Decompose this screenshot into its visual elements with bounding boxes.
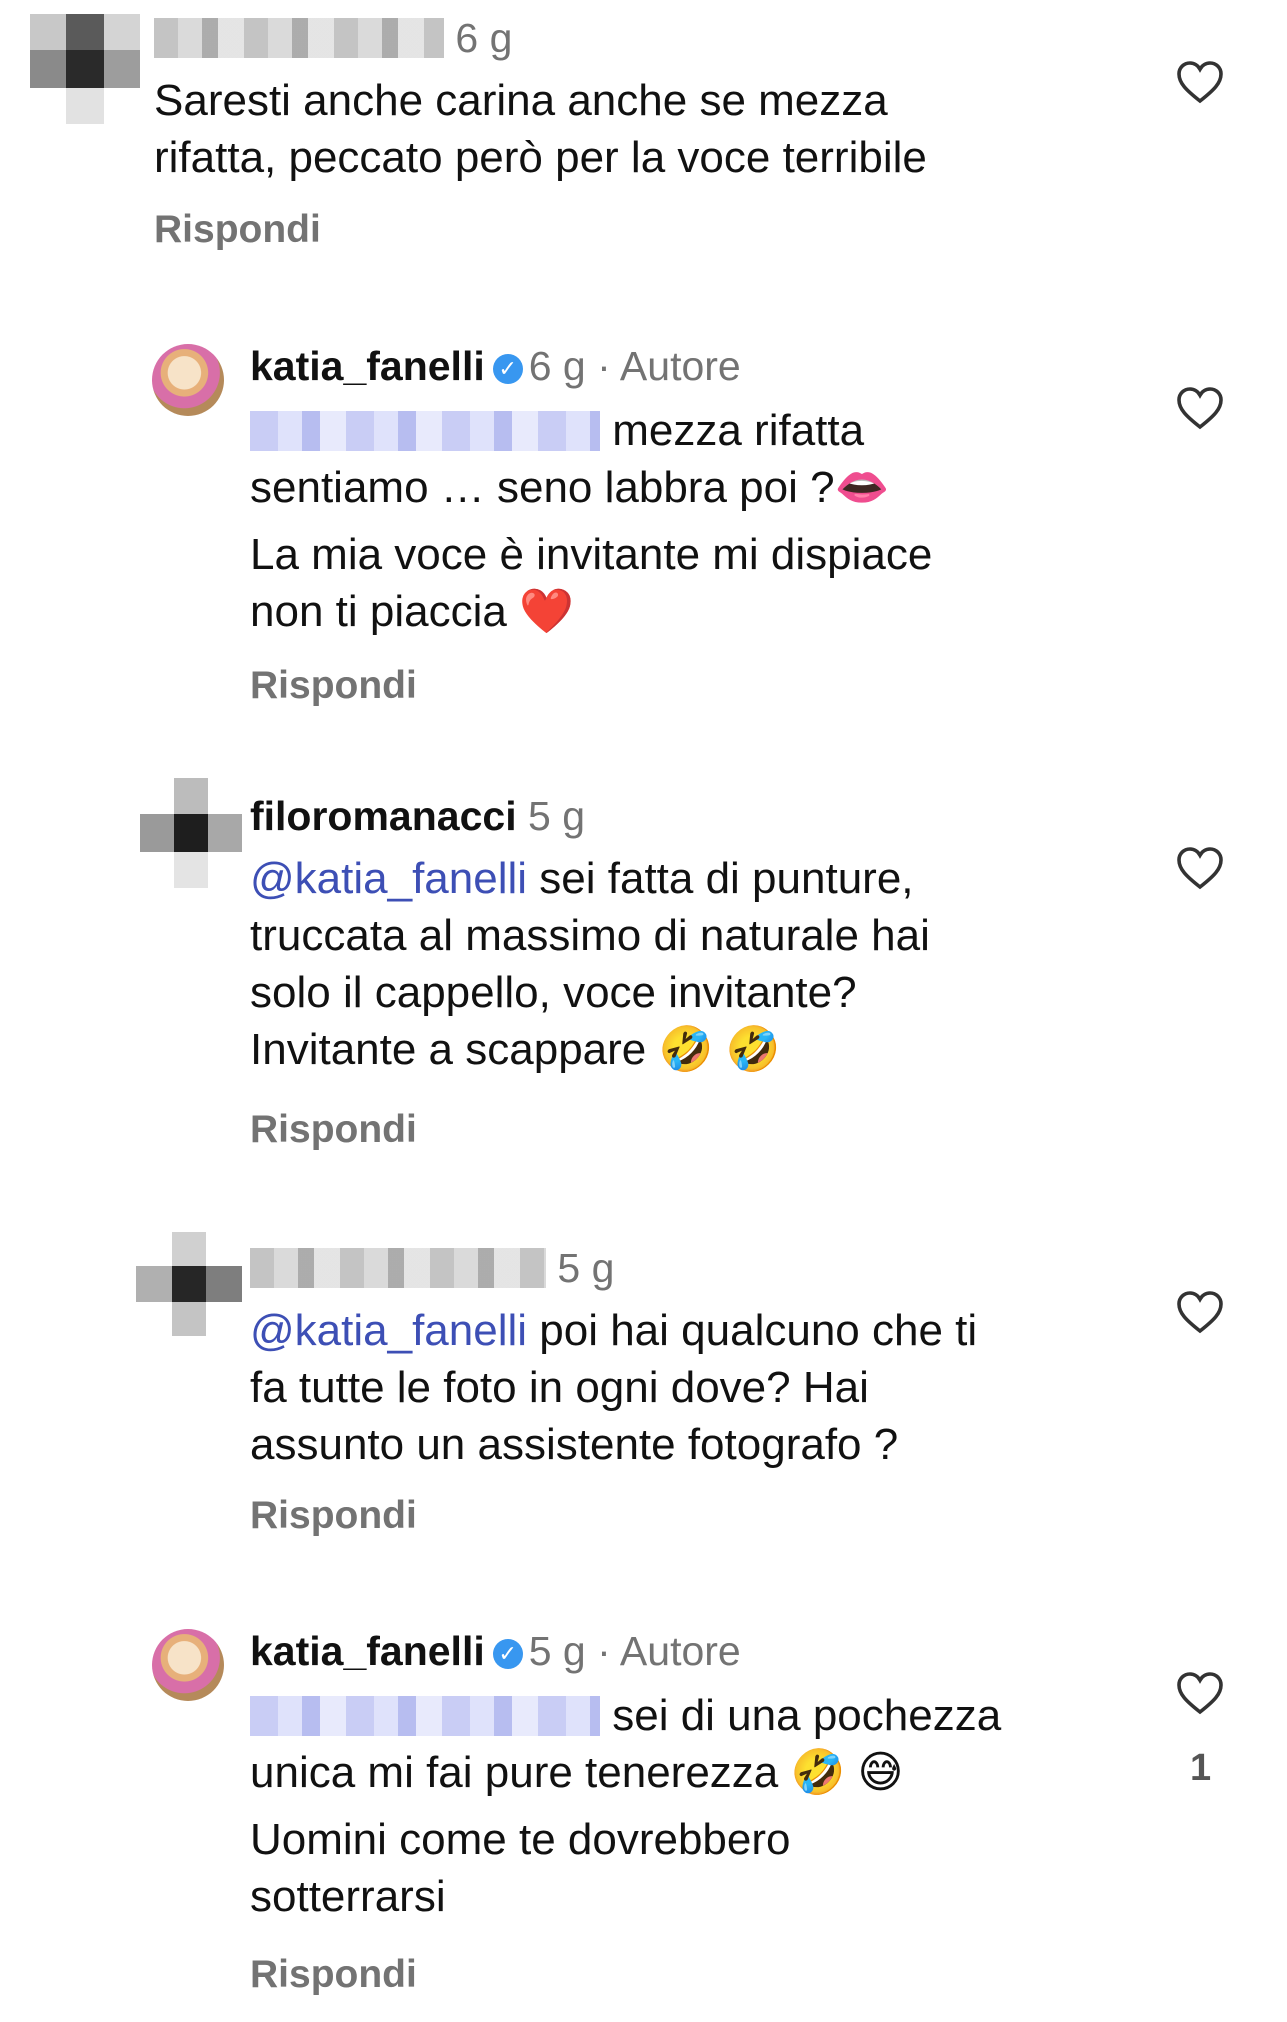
avatar[interactable] [152,344,224,416]
heart-outline-icon[interactable] [1176,1290,1224,1334]
comment-text: Saresti anche carina anche se mezza rifa… [154,76,927,182]
comment-time: 5 g [528,793,585,839]
comment-1: 6 g Saresti anche carina anche se mezza … [0,0,1287,300]
mention-link[interactable]: @katia_fanelli [250,854,527,903]
mention-link[interactable]: @katia_fanelli [250,1306,527,1355]
comment-text: mezza rifatta sentiamo … seno labbra poi… [250,406,933,636]
comment-time: 6 g [455,15,513,61]
comment-text: @katia_fanelli sei fatta di punture, tru… [250,854,930,1074]
author-label: · Autore [597,343,741,389]
username[interactable]: katia_fanelli [250,1628,485,1674]
comment-5: katia_fanelli ✓ 5 g · Autore sei di una po… [0,1615,1287,2022]
comment-text: @katia_fanelli poi hai qualcuno che ti f… [250,1306,978,1469]
heart-outline-icon[interactable] [1176,386,1224,430]
comment-time: 5 g [528,1628,586,1674]
username[interactable]: filoromanacci [250,793,517,839]
avatar[interactable] [152,1629,224,1701]
mention-redacted[interactable] [250,411,600,451]
reply-button[interactable]: Rispondi [154,208,321,252]
avatar-redacted[interactable] [30,14,140,124]
comment-time: 6 g [528,343,586,389]
heart-outline-icon[interactable] [1176,60,1224,104]
heart-outline-icon[interactable] [1176,1671,1224,1715]
reply-button[interactable]: Rispondi [250,1494,417,1538]
username[interactable]: katia_fanelli [250,343,485,389]
reply-button[interactable]: Rispondi [250,1108,417,1152]
username-redacted[interactable] [154,18,444,58]
verified-badge-icon: ✓ [492,354,523,384]
heart-outline-icon[interactable] [1176,846,1224,890]
comment-4: 5 g @katia_fanelli poi hai qualcuno che … [0,1190,1287,1590]
comment-time: 5 g [557,1245,615,1291]
comment-2: katia_fanelli ✓ 6 g · Autore mezza rifatta… [0,330,1287,750]
avatar-redacted[interactable] [140,778,242,888]
mention-redacted[interactable] [250,1696,600,1736]
reply-button[interactable]: Rispondi [250,1953,417,1997]
like-count: 1 [1190,1747,1212,1789]
comment-text: sei di una pochezza unica mi fai pure te… [250,1691,1002,1921]
reply-button[interactable]: Rispondi [250,664,417,708]
author-label: · Autore [597,1628,741,1674]
avatar-redacted[interactable] [136,1232,242,1336]
verified-badge-icon: ✓ [492,1639,523,1669]
comment-3: filoromanacci 5 g @katia_fanelli sei fat… [0,770,1287,1190]
username-redacted[interactable] [250,1248,546,1288]
